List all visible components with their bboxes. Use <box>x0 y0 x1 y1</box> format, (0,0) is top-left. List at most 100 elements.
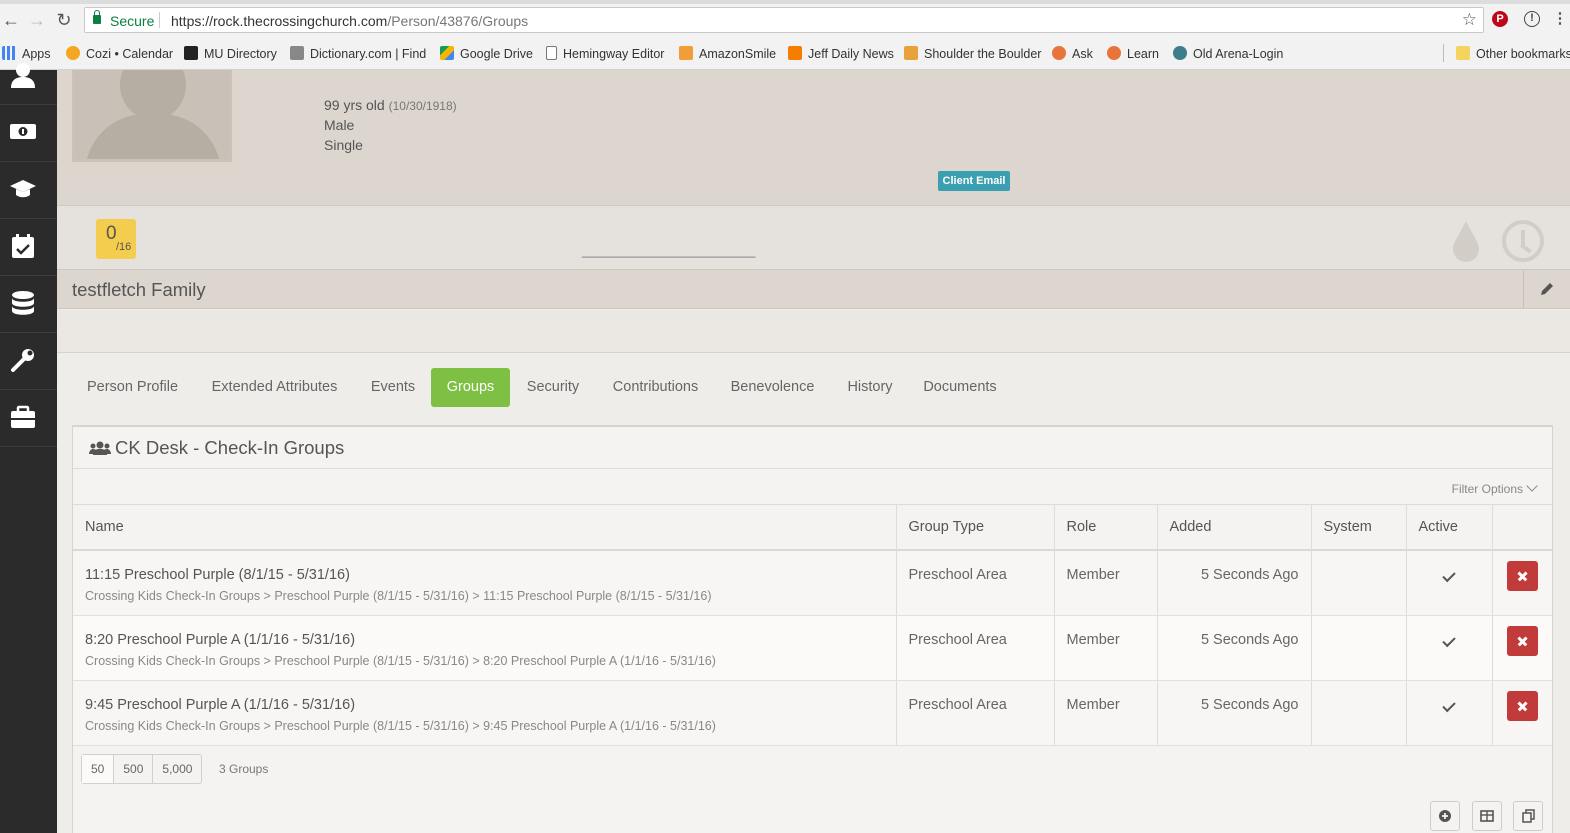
tab-benevolence[interactable]: Benevolence <box>725 368 820 407</box>
table-row[interactable]: 8:20 Preschool Purple A (1/1/16 - 5/31/1… <box>73 615 1552 681</box>
tab-extended-attributes[interactable]: Extended Attributes <box>197 368 352 407</box>
person-photo <box>72 70 232 162</box>
bookmark-old-arena-login[interactable]: Old Arena-Login <box>1173 45 1283 63</box>
bookmark-dictionary[interactable]: Dictionary.com | Find <box>290 45 426 63</box>
birthdate-text: (10/30/1918) <box>388 99 457 113</box>
sidebar-item-admin[interactable] <box>0 390 57 447</box>
bookmark-mu-directory[interactable]: MU Directory <box>184 45 277 63</box>
system-cell <box>1310 615 1406 681</box>
delete-button[interactable] <box>1506 690 1538 721</box>
sidebar-item-finance[interactable] <box>0 105 57 162</box>
table-row[interactable]: 11:15 Preschool Purple (8/1/15 - 5/31/16… <box>73 550 1552 616</box>
bookmark-google-drive[interactable]: Google Drive <box>440 45 533 63</box>
bookmarks-bar: Apps Cozi • Calendar MU Directory Dictio… <box>0 39 1570 70</box>
table-row[interactable]: 9:45 Preschool Purple A (1/1/16 - 5/31/1… <box>73 680 1552 746</box>
sidebar-item-learning[interactable] <box>0 162 57 219</box>
tab-person-profile[interactable]: Person Profile <box>72 368 193 407</box>
delete-cell <box>1491 615 1552 681</box>
sidebar-item-data[interactable] <box>0 276 57 333</box>
tab-documents[interactable]: Documents <box>919 368 1001 407</box>
column-header-active[interactable]: Active <box>1405 505 1492 551</box>
photo-placeholder-head <box>120 70 186 120</box>
group-name-cell: 9:45 Preschool Purple A (1/1/16 - 5/31/1… <box>73 680 896 746</box>
sidebar-item-people[interactable] <box>0 48 57 105</box>
page-size-50[interactable]: 50 <box>82 755 114 783</box>
person-marital-status: Single <box>324 137 363 153</box>
users-icon <box>89 441 111 455</box>
briefcase-icon <box>11 405 35 428</box>
tab-security[interactable]: Security <box>522 368 584 407</box>
delete-button[interactable] <box>1506 625 1538 656</box>
column-header-added[interactable]: Added <box>1156 505 1311 551</box>
bookmark-jeff-daily-news[interactable]: Jeff Daily News <box>788 45 894 63</box>
added-cell: 5 Seconds Ago <box>1156 550 1311 616</box>
tab-groups[interactable]: Groups <box>431 368 510 407</box>
column-header-name[interactable]: Name <box>73 505 896 551</box>
filter-options-toggle[interactable]: Filter Options <box>1451 480 1538 496</box>
amazon-icon <box>679 46 693 60</box>
column-header-group-type[interactable]: Group Type <box>895 505 1054 551</box>
bookmark-hemingway[interactable]: Hemingway Editor <box>546 45 664 63</box>
bookmark-learn[interactable]: Learn <box>1107 45 1159 63</box>
bookmark-label: Old Arena-Login <box>1193 47 1284 61</box>
group-name: 11:15 Preschool Purple (8/1/15 - 5/31/16… <box>85 567 350 583</box>
tab-events[interactable]: Events <box>366 368 420 407</box>
bookmark-other-bookmarks[interactable]: Other bookmarks <box>1456 45 1570 63</box>
pencil-icon <box>1541 283 1553 295</box>
blogger-icon <box>788 46 802 60</box>
page-size-5000[interactable]: 5,000 <box>152 755 201 783</box>
score-total: /16 <box>116 241 132 253</box>
added-cell: 5 Seconds Ago <box>1156 680 1311 746</box>
address-bar[interactable]: Secure https://rock.thecrossingchurch.co… <box>84 7 1484 33</box>
system-cell <box>1310 550 1406 616</box>
filter-options-label: Filter Options <box>1451 482 1523 496</box>
page-size-selector: 50 500 5,000 <box>81 754 203 784</box>
bookmark-star-icon[interactable]: ☆ <box>1462 10 1477 30</box>
browser-toolbar: ← → ↻ Secure https://rock.thecrossingchu… <box>0 0 1570 39</box>
dashed-placeholder: ________________________ <box>582 243 756 258</box>
plus-circle-icon <box>1439 810 1451 822</box>
export-excel-button[interactable] <box>1472 801 1502 831</box>
add-group-button[interactable] <box>1430 801 1460 831</box>
check-icon <box>1442 568 1456 583</box>
info-extension-icon[interactable]: ! <box>1524 11 1540 27</box>
cozi-icon <box>66 46 80 60</box>
score-badge[interactable]: 0 /16 <box>96 219 136 259</box>
reload-icon[interactable]: ↻ <box>55 10 73 30</box>
url-separator <box>159 12 160 28</box>
back-icon[interactable]: ← <box>2 10 20 30</box>
url-text[interactable]: https://rock.thecrossingchurch.com/Perso… <box>171 13 528 29</box>
person-age: 99 yrs old (10/30/1918) <box>324 97 457 113</box>
bookmark-label: Hemingway Editor <box>563 47 665 61</box>
bookmark-amazonsmile[interactable]: AmazonSmile <box>679 45 776 63</box>
column-header-role[interactable]: Role <box>1053 505 1157 551</box>
tab-history[interactable]: History <box>840 368 900 407</box>
bookmark-ask[interactable]: Ask <box>1052 45 1093 63</box>
page-size-500[interactable]: 500 <box>113 755 152 783</box>
bookmark-shoulder-the-boulder[interactable]: Shoulder the Boulder <box>904 45 1041 63</box>
group-path: Crossing Kids Check-In Groups > Preschoo… <box>85 589 712 603</box>
sidebar-item-calendar[interactable] <box>0 219 57 276</box>
main-content: 99 yrs old (10/30/1918) Male Single Clie… <box>57 70 1570 833</box>
score-value: 0 <box>106 223 117 244</box>
browser-menu-icon[interactable]: ⋮ <box>1552 11 1568 27</box>
client-email-button[interactable]: Client Email <box>938 171 1010 191</box>
boulder-icon <box>904 46 918 60</box>
sidebar-item-tools[interactable] <box>0 333 57 390</box>
role-cell: Member <box>1053 680 1157 746</box>
url-host: https://rock.thecrossingchurch.com <box>171 13 388 29</box>
edit-family-button[interactable] <box>1523 270 1570 309</box>
mu-tiger-icon <box>184 46 198 60</box>
delete-button[interactable] <box>1506 561 1538 591</box>
active-cell <box>1405 680 1492 746</box>
tab-contributions[interactable]: Contributions <box>604 368 707 407</box>
bookmark-label: Cozi • Calendar <box>86 47 174 61</box>
table-icon <box>1480 810 1494 822</box>
bookmark-cozi[interactable]: Cozi • Calendar <box>66 45 173 63</box>
added-cell: 5 Seconds Ago <box>1156 615 1311 681</box>
column-header-system[interactable]: System <box>1310 505 1406 551</box>
forward-icon[interactable]: → <box>28 10 46 30</box>
sidebar <box>0 63 57 833</box>
pinterest-icon[interactable]: P <box>1492 11 1508 27</box>
merge-template-button[interactable] <box>1513 801 1543 831</box>
